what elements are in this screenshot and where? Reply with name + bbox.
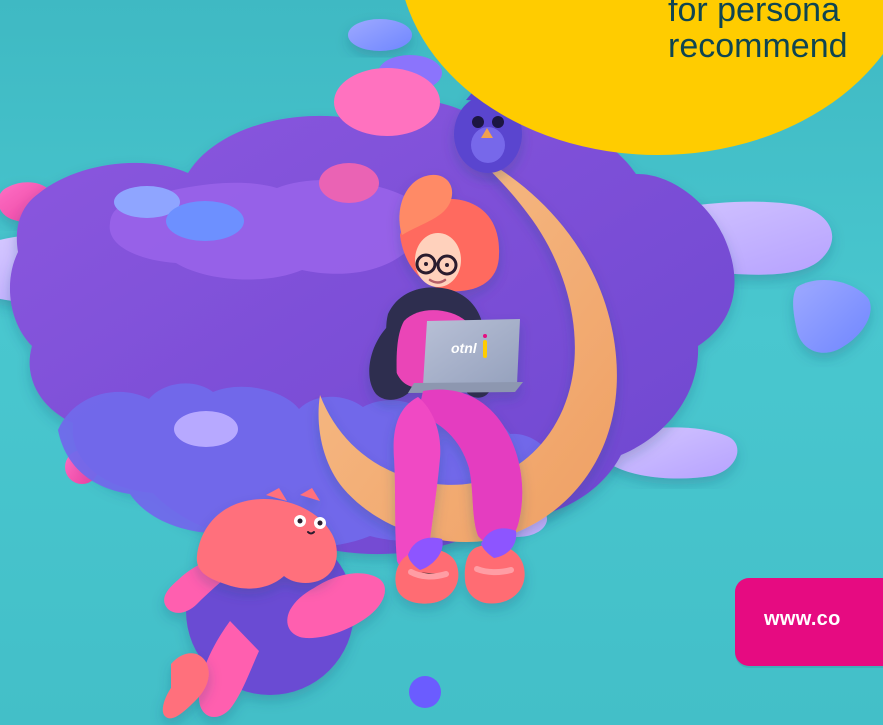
promo-banner: otnl for persona recommend www.co bbox=[0, 0, 883, 725]
blue-cloud-right bbox=[793, 280, 871, 353]
website-link-text[interactable]: www.co bbox=[764, 608, 841, 631]
promo-headline: for persona recommend bbox=[668, 0, 883, 64]
pink-cloud-top bbox=[334, 68, 440, 136]
blue-cloud-mid bbox=[166, 201, 244, 241]
promo-headline-line-2: recommend bbox=[668, 27, 848, 65]
blue-blob bbox=[348, 19, 412, 51]
laptop-brand: otnl bbox=[451, 340, 478, 356]
pink-cloud-mid bbox=[319, 163, 379, 203]
lavender-puff bbox=[174, 411, 238, 447]
promo-headline-line-1: for persona bbox=[668, 0, 840, 29]
blue-dot-bottom bbox=[409, 676, 441, 708]
